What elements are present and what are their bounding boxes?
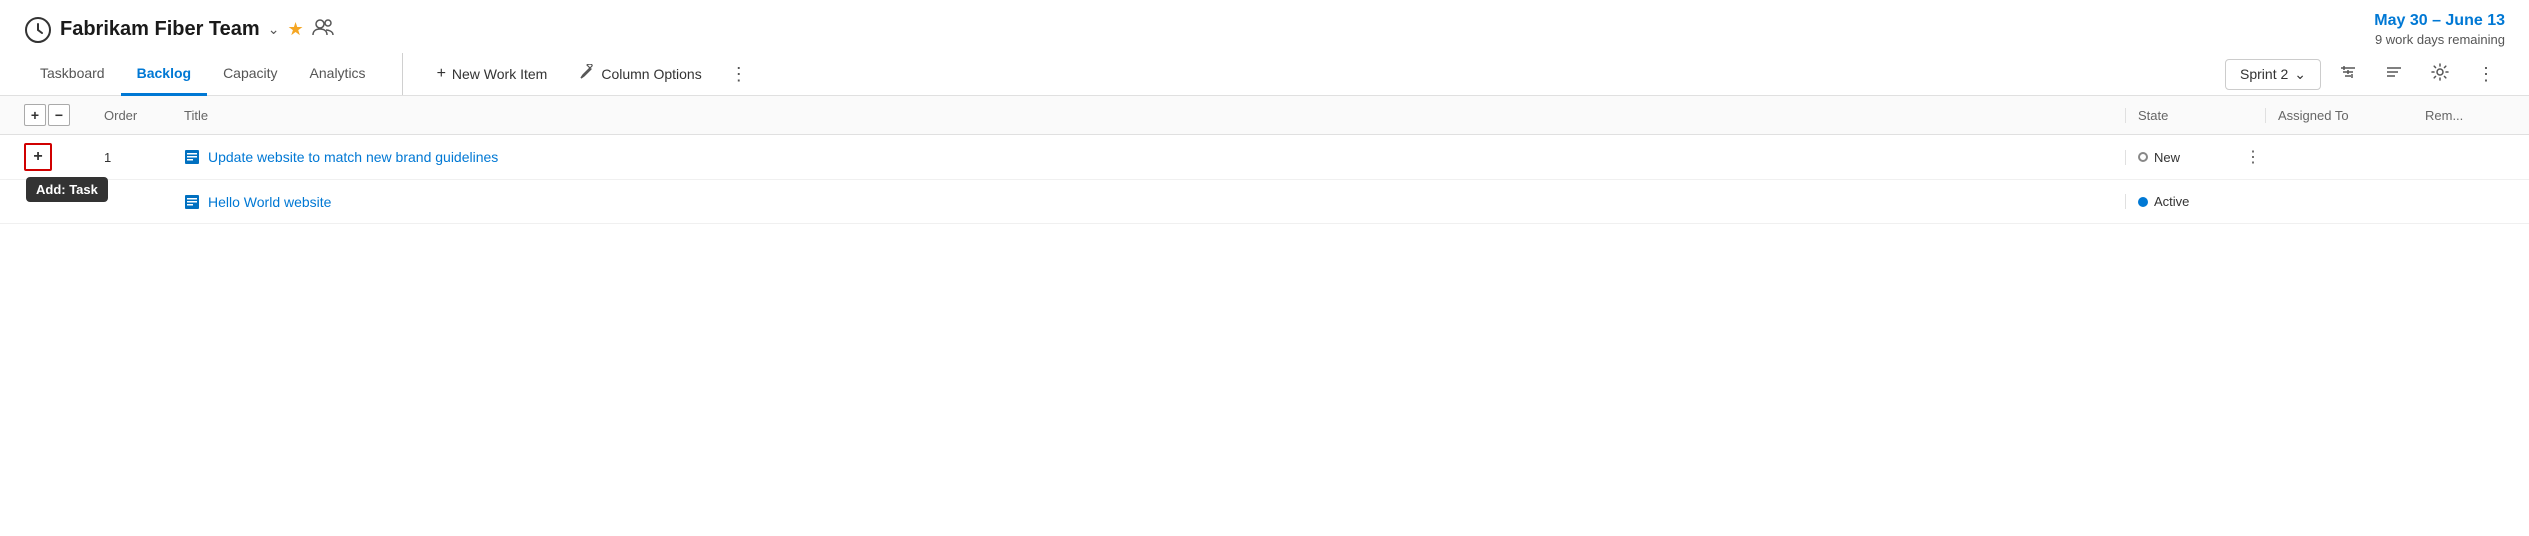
app-container: Fabrikam Fiber Team ⌄ ★ May 30 – June 13… (0, 0, 2529, 536)
team-title: Fabrikam Fiber Team (60, 18, 260, 41)
sort-button[interactable] (2375, 58, 2413, 91)
col-header-order: Order (104, 108, 184, 123)
sprint-days: 9 work days remaining (2374, 32, 2505, 47)
row-more-button[interactable]: ⋮ (2245, 147, 2265, 167)
collapse-all-button[interactable]: − (48, 104, 70, 126)
nav-bar: Taskboard Backlog Capacity Analytics + N… (0, 53, 2529, 96)
sprint-info: May 30 – June 13 9 work days remaining (2374, 12, 2505, 47)
sprint-dates: May 30 – June 13 (2374, 12, 2505, 30)
chevron-down-icon[interactable]: ⌄ (268, 21, 280, 38)
row-title-text: Hello World website (208, 194, 331, 210)
state-label: Active (2154, 194, 2189, 209)
table-row: Hello World website Active (0, 180, 2529, 224)
table-row: + Add: Task 1 Update website to match ne… (0, 135, 2529, 180)
nav-actions: + New Work Item Column Options ⋮ (423, 56, 2225, 93)
tab-backlog[interactable]: Backlog (121, 53, 207, 96)
team-icon (24, 16, 52, 44)
settings-button[interactable] (2421, 57, 2459, 92)
row-add-cell: + Add: Task (24, 143, 104, 171)
sprint-chevron-icon: ⌄ (2294, 66, 2306, 83)
star-icon[interactable]: ★ (287, 19, 303, 40)
add-task-tooltip: Add: Task (26, 177, 108, 202)
add-task-button[interactable]: + Add: Task (24, 143, 52, 171)
row-title-text: Update website to match new brand guidel… (208, 149, 498, 165)
table-area: + − Order Title State Assigned To Rem...… (0, 96, 2529, 536)
table-header-row: + − Order Title State Assigned To Rem... (0, 96, 2529, 135)
col-header-assigned: Assigned To (2265, 108, 2425, 123)
row-title[interactable]: Update website to match new brand guidel… (184, 149, 2125, 165)
nav-more-button[interactable]: ⋮ (720, 56, 758, 93)
new-work-item-label: New Work Item (452, 66, 547, 82)
right-toolbar: Sprint 2 ⌄ (2225, 56, 2505, 93)
team-name-area: Fabrikam Fiber Team ⌄ ★ (24, 16, 334, 44)
work-item-icon (184, 149, 200, 165)
column-options-button[interactable]: Column Options (565, 56, 715, 93)
tab-analytics[interactable]: Analytics (294, 53, 382, 96)
row-title[interactable]: Hello World website (184, 194, 2125, 210)
state-label: New (2154, 150, 2180, 165)
row-state: Active (2125, 194, 2245, 209)
wrench-icon (579, 64, 595, 85)
new-work-item-button[interactable]: + New Work Item (423, 57, 562, 91)
team-members-icon[interactable] (312, 18, 334, 41)
plus-icon: + (437, 65, 446, 83)
work-item-icon (184, 194, 200, 210)
state-dot-new (2138, 152, 2148, 162)
toolbar-more-button[interactable]: ⋮ (2467, 56, 2505, 93)
nav-tabs: Taskboard Backlog Capacity Analytics (24, 53, 403, 95)
filter-button[interactable] (2329, 58, 2367, 91)
col-header-rem: Rem... (2425, 108, 2505, 123)
state-dot-active (2138, 197, 2148, 207)
expand-all-button[interactable]: + (24, 104, 46, 126)
row-order: 1 (104, 150, 184, 165)
expand-buttons: + − (24, 104, 104, 126)
column-options-label: Column Options (601, 66, 701, 82)
col-header-title: Title (184, 108, 2125, 123)
sprint-selector-label: Sprint 2 (2240, 66, 2288, 82)
sprint-selector[interactable]: Sprint 2 ⌄ (2225, 59, 2321, 90)
row-state: New (2125, 150, 2245, 165)
tab-capacity[interactable]: Capacity (207, 53, 293, 96)
top-header: Fabrikam Fiber Team ⌄ ★ May 30 – June 13… (0, 0, 2529, 47)
tab-taskboard[interactable]: Taskboard (24, 53, 121, 96)
col-header-state: State (2125, 108, 2245, 123)
